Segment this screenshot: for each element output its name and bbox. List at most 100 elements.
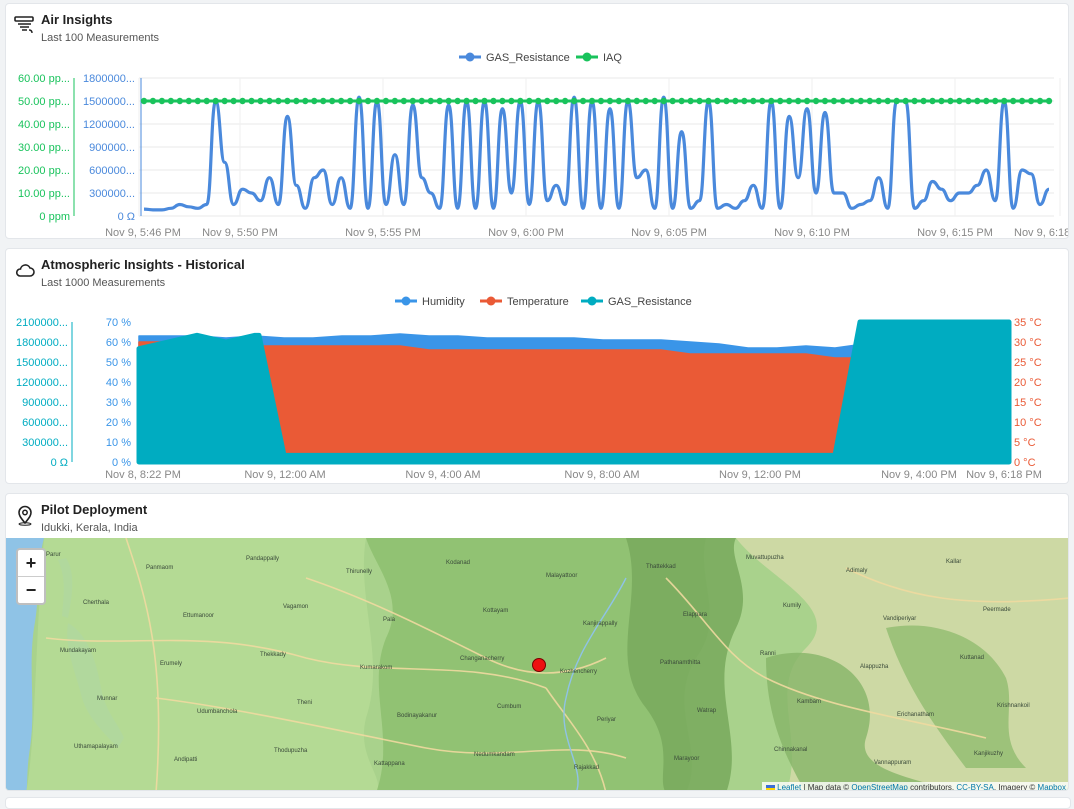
iaq-point	[212, 97, 219, 105]
place-label: Ranni	[760, 651, 776, 657]
iaq-point	[705, 97, 712, 105]
iaq-point	[570, 97, 578, 105]
iaq-point	[544, 97, 551, 105]
place-label: Kanjirappally	[583, 621, 617, 627]
iaq-point	[364, 97, 372, 105]
iaq-point	[785, 97, 793, 105]
next-card-edge	[5, 797, 1071, 809]
iaq-point	[1027, 97, 1035, 105]
iaq-point	[418, 97, 425, 105]
gas-tick-label: 1800000...	[16, 337, 68, 349]
iaq-point	[911, 97, 918, 105]
iaq-point	[472, 97, 479, 105]
temperature-tick-label: 10 °C	[1014, 417, 1042, 429]
iaq-point	[884, 97, 891, 105]
place-label: Krishnankoil	[997, 703, 1030, 709]
map-attribution: Leaflet | Map data © OpenStreetMap contr…	[762, 782, 1068, 790]
iaq-point	[1018, 97, 1026, 105]
gas-tick-label: 600000...	[22, 417, 68, 429]
x-tick-label: Nov 9, 5:50 PM	[202, 227, 278, 239]
x-tick-label: Nov 9, 6:10 PM	[774, 227, 850, 239]
gas-tick-label: 0 Ω	[51, 457, 68, 469]
iaq-point	[158, 97, 166, 105]
map-view[interactable]: Parur Panmaom Pandappally Thirunelly Kodanad…	[6, 538, 1069, 791]
iaq-point	[517, 97, 524, 105]
legend-marker-1	[582, 52, 592, 62]
iaq-point	[454, 97, 461, 105]
iaq-point	[803, 97, 811, 105]
place-label: Marayoor	[674, 756, 699, 762]
temperature-tick-label: 20 °C	[1014, 377, 1042, 389]
openstreetmap-link[interactable]: OpenStreetMap	[851, 783, 907, 790]
iaq-point	[624, 97, 632, 105]
place-label: Panmaom	[146, 565, 173, 571]
iaq-point	[633, 97, 641, 105]
place-label: Alappuzha	[860, 664, 889, 670]
iaq-point	[239, 97, 246, 105]
place-label: Kozhencherry	[560, 669, 597, 675]
place-label: Erichanatham	[897, 712, 934, 718]
place-label: Mundakayam	[60, 648, 96, 654]
deployment-marker	[532, 658, 546, 672]
place-label: Peermade	[983, 607, 1011, 613]
iaq-point	[409, 97, 417, 105]
place-label: Kumarakom	[360, 665, 392, 671]
place-label: Vandiperiyar	[883, 616, 916, 622]
iaq-point	[257, 97, 264, 105]
iaq-point	[382, 97, 390, 105]
iaq-point	[875, 97, 882, 105]
pilot-deployment-subtitle: Idukki, Kerala, India	[41, 522, 138, 534]
legend-marker-2	[587, 296, 597, 306]
place-label: Thirunelly	[346, 569, 372, 575]
legend-label-1: Temperature	[507, 296, 569, 308]
iaq-point	[579, 97, 587, 105]
iaq-point	[821, 97, 829, 105]
mapbox-link[interactable]: Mapbox	[1038, 783, 1066, 790]
iaq-point	[167, 97, 175, 105]
place-label: Rajakkad	[574, 765, 599, 771]
iaq-point	[561, 97, 569, 105]
leaflet-link[interactable]: Leaflet	[777, 783, 801, 790]
iaq-point	[176, 97, 184, 105]
zoom-in-button[interactable]: +	[18, 550, 44, 576]
x-tick-label: Nov 9, 4:00 PM	[881, 469, 957, 481]
iaq-point	[938, 97, 945, 105]
place-label: Pala	[383, 617, 396, 623]
iaq-point	[346, 97, 354, 105]
license-link[interactable]: CC-BY-SA	[956, 783, 994, 790]
iaq-point	[463, 97, 470, 105]
map-terrain[interactable]: Parur Panmaom Pandappally Thirunelly Kodanad…	[6, 538, 1069, 791]
iaq-point	[337, 97, 345, 105]
iaq-point	[669, 97, 676, 105]
iaq-point	[965, 97, 972, 105]
iaq-point	[741, 97, 748, 105]
zoom-out-button[interactable]: −	[18, 576, 44, 603]
iaq-point	[723, 97, 730, 105]
place-label: Malayattoor	[546, 573, 577, 579]
iaq-point	[902, 97, 909, 105]
place-label: Kambam	[797, 699, 821, 705]
place-label: Kumily	[783, 603, 801, 609]
zoom-control: + −	[16, 548, 46, 605]
gas-tick-label: 300000...	[22, 437, 68, 449]
x-tick-label: Nov 9, 6:00 PM	[488, 227, 564, 239]
iaq-tick-label: 0 ppm	[39, 211, 70, 223]
iaq-point	[956, 97, 963, 105]
iaq-point	[992, 97, 999, 105]
humidity-tick-label: 60 %	[106, 337, 131, 349]
place-label: Periyar	[597, 717, 616, 723]
iaq-point	[373, 97, 381, 105]
place-label: Vannappuram	[874, 760, 911, 766]
iaq-point	[248, 97, 255, 105]
iaq-point	[929, 97, 936, 105]
legend-marker-0	[401, 296, 411, 306]
lowlands	[26, 538, 378, 790]
gas-tick-label: 900000...	[22, 397, 68, 409]
iaq-point	[445, 97, 452, 105]
iaq-point	[221, 97, 228, 105]
place-label: Pathanamthitta	[660, 660, 701, 666]
iaq-point	[1000, 97, 1008, 105]
iaq-point	[400, 97, 408, 105]
iaq-point	[750, 97, 757, 105]
iaq-point	[812, 97, 820, 105]
